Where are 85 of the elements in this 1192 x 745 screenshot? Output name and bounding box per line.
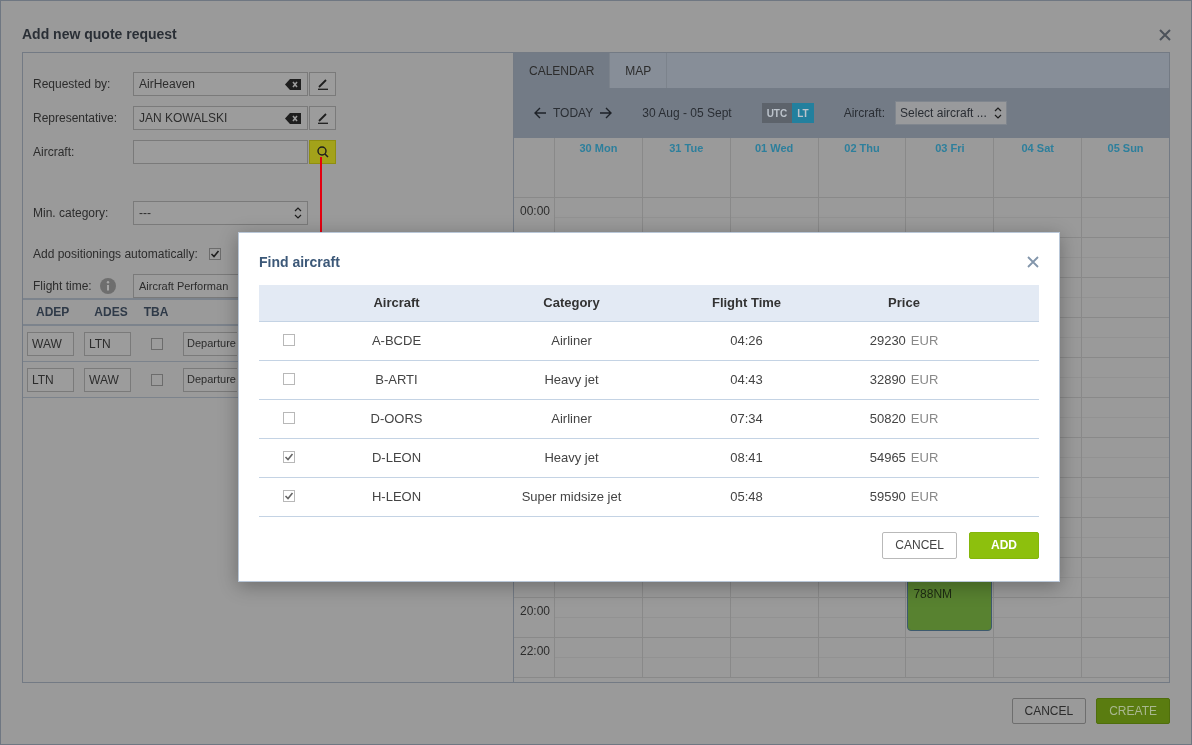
cancel-button[interactable]: CANCEL	[1011, 698, 1087, 724]
select-field[interactable]: Departure	[183, 331, 237, 356]
price-value: 32890	[869, 371, 906, 387]
currency-label: EUR	[910, 488, 939, 504]
select-field[interactable]: Departure	[183, 367, 237, 392]
column-header: TBA	[143, 304, 169, 321]
table-cell: 08:41	[730, 449, 763, 465]
cancel-button[interactable]: CANCEL	[882, 531, 957, 559]
checkbox[interactable]	[283, 411, 295, 424]
tab[interactable]: CALENDAR	[514, 53, 611, 88]
price-value: 59590	[869, 488, 906, 504]
currency-label: EUR	[910, 410, 939, 426]
hour-label: 22:00	[520, 644, 551, 658]
table-cell: 04:26	[730, 332, 763, 348]
column-header: Price	[888, 295, 920, 310]
table-cell: 07:34	[730, 410, 763, 426]
table-cell: H-LEON	[371, 488, 422, 504]
clear-icon[interactable]	[285, 78, 302, 90]
column-header: ADES	[94, 304, 128, 321]
close-icon[interactable]	[1159, 28, 1171, 41]
table-cell: B-ARTI	[375, 371, 418, 387]
field-label: Aircraft:	[33, 144, 76, 161]
select-field[interactable]: ---	[133, 201, 308, 225]
arrow-left-icon[interactable]	[534, 107, 547, 119]
airport-field[interactable]: WAW	[84, 367, 131, 392]
search-icon	[316, 146, 329, 158]
table-cell: 04:43	[730, 371, 763, 387]
column-header: Flight Time	[711, 295, 782, 310]
currency-label: EUR	[910, 449, 939, 465]
airport-field[interactable]: WAW	[27, 331, 74, 356]
toggle-option[interactable]: UTC	[761, 103, 793, 123]
table-cell: D-OORS	[370, 410, 423, 426]
dialog-title: Add new quote request	[22, 25, 177, 44]
clear-icon[interactable]	[285, 112, 302, 124]
field-label: Flight time:	[33, 278, 92, 295]
checkbox[interactable]	[283, 489, 295, 502]
info-icon	[99, 278, 116, 294]
table-cell: D-LEON	[371, 449, 422, 465]
table-cell: Airliner	[551, 410, 592, 426]
checkbox[interactable]	[151, 373, 163, 386]
search-button[interactable]	[309, 140, 336, 164]
table-cell: A-BCDE	[371, 332, 422, 348]
today-button[interactable]: TODAY	[553, 104, 594, 122]
column-header: ADEP	[36, 304, 70, 321]
checkbox[interactable]	[283, 450, 295, 463]
currency-label: EUR	[910, 332, 939, 348]
table-cell: Heavy jet	[544, 449, 599, 465]
airport-field[interactable]: LTN	[27, 367, 74, 392]
field-label: Requested by:	[33, 76, 112, 93]
text-field[interactable]: AirHeaven	[133, 72, 308, 96]
table-cell: Heavy jet	[544, 371, 599, 387]
chevron-icon	[294, 207, 302, 219]
checkbox[interactable]	[151, 337, 163, 350]
pencil-icon	[316, 78, 329, 90]
modal-title: Find aircraft	[259, 252, 340, 272]
table-cell: Airliner	[551, 332, 592, 348]
aircraft-label: Aircraft:	[843, 105, 886, 122]
search-field[interactable]	[133, 140, 308, 164]
field-label: Min. category:	[33, 205, 110, 222]
checkbox[interactable]	[283, 333, 295, 346]
price-value: 29230	[869, 332, 906, 348]
field-label: Representative:	[33, 110, 119, 127]
chevron-icon	[994, 107, 1003, 119]
field-label: Add positionings automatically:	[33, 245, 198, 263]
column-header: Category	[543, 295, 600, 310]
airport-field[interactable]: LTN	[84, 331, 131, 356]
price-value: 50820	[869, 410, 906, 426]
checkbox[interactable]	[283, 372, 295, 385]
select-field[interactable]: Aircraft Performan	[133, 274, 238, 298]
table-cell: Super midsize jet	[521, 488, 622, 504]
currency-label: EUR	[910, 371, 939, 387]
arrow-right-icon[interactable]	[599, 107, 613, 119]
hour-label: 20:00	[520, 604, 551, 618]
price-value: 54965	[869, 449, 906, 465]
close-icon[interactable]	[1027, 256, 1039, 268]
pencil-icon	[316, 112, 329, 124]
aircraft-select[interactable]: Select aircraft ...	[895, 101, 1008, 125]
edit-button[interactable]	[309, 72, 336, 96]
checkbox[interactable]	[208, 247, 221, 260]
text-field[interactable]: JAN KOWALSKI	[133, 106, 308, 130]
column-header: Aircraft	[373, 295, 420, 310]
date-range: 30 Aug - 05 Sept	[642, 105, 732, 122]
edit-button[interactable]	[309, 106, 336, 130]
hour-label: 00:00	[520, 204, 551, 218]
table-cell: 05:48	[730, 488, 763, 504]
